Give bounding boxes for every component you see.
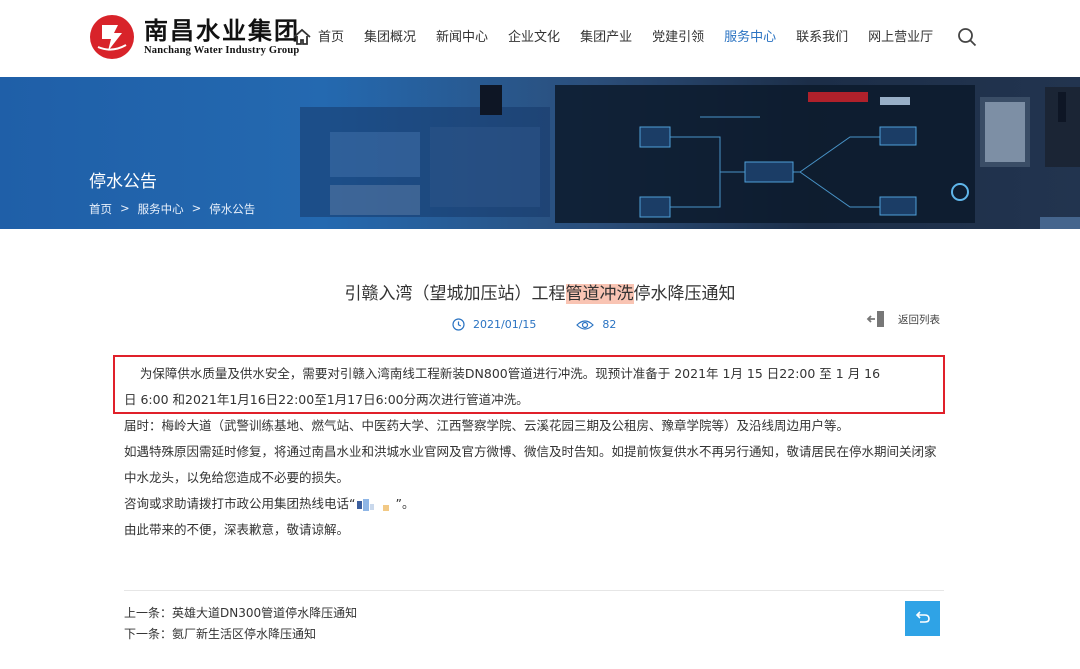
main-nav: 首页 集团概况 新闻中心 企业文化 集团产业 党建引领 服务中心 联系我们 网上… bbox=[318, 28, 953, 48]
next-article-link[interactable]: 下一条：氨厂新生活区停水降压通知 bbox=[124, 624, 357, 645]
page-banner: 停水公告 首页 > 服务中心 > 停水公告 bbox=[0, 77, 1080, 229]
home-icon[interactable] bbox=[293, 28, 311, 46]
view-count: 82 bbox=[602, 318, 617, 331]
search-icon[interactable] bbox=[957, 27, 977, 47]
nav-item-home[interactable]: 首页 bbox=[318, 28, 344, 48]
content-divider bbox=[124, 590, 944, 591]
breadcrumb-separator: > bbox=[191, 201, 202, 215]
back-to-list-label: 返回列表 bbox=[898, 313, 940, 326]
article-body: 为保障供水质量及供水安全，需要对引赣入湾南线工程新装DN800管道进行冲洗。现预… bbox=[124, 361, 944, 543]
site-header: 南昌水业集团 Nanchang Water Industry Group 首页 … bbox=[0, 0, 1080, 77]
paragraph-affected-area: 届时：梅岭大道（武警训练基地、燃气站、中医药大学、江西警察学院、云溪花园三期及公… bbox=[124, 418, 850, 433]
logo-chinese-name: 南昌水业集团 bbox=[144, 16, 300, 45]
article-title: 引赣入湾（望城加压站）工程管道冲洗停水降压通知 bbox=[344, 284, 736, 304]
return-arrow-icon bbox=[915, 609, 931, 629]
banner-title: 停水公告 bbox=[89, 172, 157, 192]
breadcrumb-home[interactable]: 首页 bbox=[89, 201, 112, 217]
nav-item-service[interactable]: 服务中心 bbox=[724, 28, 776, 48]
back-to-list-link[interactable]: 返回列表 bbox=[866, 309, 940, 329]
nav-item-party[interactable]: 党建引领 bbox=[652, 28, 704, 48]
logo-english-name: Nanchang Water Industry Group bbox=[144, 45, 300, 56]
paragraph-apology: 由此带来的不便，深表歉意，敬请谅解。 bbox=[124, 522, 350, 537]
paragraph-notice-line2: 日 6:00 和2021年1月16日22:00至1月17日6:00分两次进行管道… bbox=[124, 392, 529, 407]
exit-arrow-icon bbox=[866, 309, 886, 329]
nav-item-overview[interactable]: 集团概况 bbox=[364, 28, 416, 48]
publish-date: 2021/01/15 bbox=[473, 318, 537, 331]
logo-emblem-icon bbox=[88, 13, 136, 61]
nav-item-contact[interactable]: 联系我们 bbox=[796, 28, 848, 48]
breadcrumb-separator: > bbox=[120, 201, 130, 215]
site-logo[interactable]: 南昌水业集团 Nanchang Water Industry Group bbox=[88, 12, 303, 62]
nav-item-industry[interactable]: 集团产业 bbox=[580, 28, 632, 48]
paragraph-notice-line1: 为保障供水质量及供水安全，需要对引赣入湾南线工程新装DN800管道进行冲洗。现预… bbox=[139, 366, 881, 381]
back-to-top-button[interactable] bbox=[905, 601, 940, 636]
article-pagination: 上一条：英雄大道DN300管道停水降压通知 下一条：氨厂新生活区停水降压通知 bbox=[124, 603, 357, 645]
previous-article-link[interactable]: 上一条：英雄大道DN300管道停水降压通知 bbox=[124, 603, 357, 624]
redacted-phone-number bbox=[355, 498, 395, 511]
eye-icon bbox=[576, 319, 595, 331]
paragraph-delay-notice: 如遇特殊原因需延时修复，将通过南昌水业和洪城水业官网及官方微博、微信及时告知。如… bbox=[124, 444, 937, 485]
article-meta: 2021/01/15 82 bbox=[452, 318, 616, 331]
clock-icon bbox=[452, 318, 465, 331]
highlighted-term: 管道冲洗 bbox=[565, 284, 634, 304]
breadcrumb-service[interactable]: 服务中心 bbox=[138, 201, 184, 217]
breadcrumb-current[interactable]: 停水公告 bbox=[209, 201, 255, 217]
paragraph-hotline: 咨询或求助请拨打市政公用集团热线电话“”。 bbox=[124, 496, 415, 511]
nav-item-online-hall[interactable]: 网上营业厅 bbox=[868, 28, 933, 48]
nav-item-news[interactable]: 新闻中心 bbox=[436, 28, 488, 48]
nav-item-culture[interactable]: 企业文化 bbox=[508, 28, 560, 48]
breadcrumb: 首页 > 服务中心 > 停水公告 bbox=[89, 201, 263, 217]
